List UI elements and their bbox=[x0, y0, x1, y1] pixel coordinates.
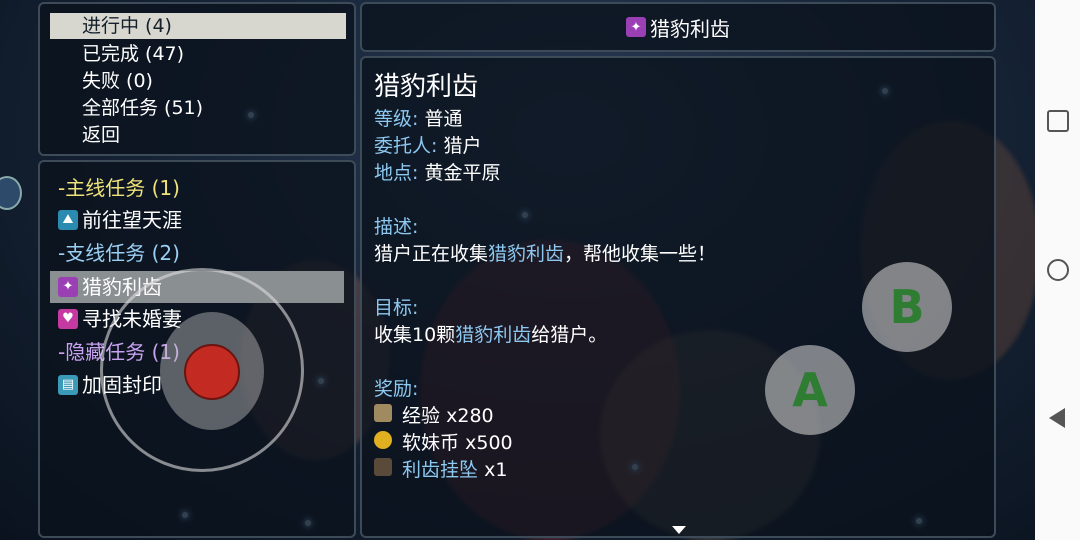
quest-title-bar: ✦ 猎豹利齿 bbox=[360, 2, 996, 52]
quest-item-main[interactable]: ⛰ 前往望天涯 bbox=[50, 204, 344, 236]
tab-all-quests[interactable]: 全部任务 (51) bbox=[50, 95, 346, 121]
reward-name: 软妹币 bbox=[402, 432, 460, 454]
reward-label: 奖励: bbox=[374, 378, 419, 400]
coin-icon bbox=[374, 431, 392, 449]
side-quest-icon: ✦ bbox=[626, 17, 646, 37]
tab-in-progress[interactable]: 进行中 (4) bbox=[50, 13, 346, 39]
button-b[interactable]: B bbox=[862, 262, 952, 352]
pendant-icon bbox=[374, 458, 392, 476]
joystick-knob[interactable] bbox=[160, 312, 264, 430]
category-side[interactable]: -支线任务 (2) bbox=[50, 237, 344, 269]
button-a[interactable]: A bbox=[765, 345, 855, 435]
category-main[interactable]: -主线任务 (1) bbox=[50, 172, 344, 204]
level-row: 等级: 普通 bbox=[374, 106, 462, 132]
reward-amount: x280 bbox=[446, 405, 494, 427]
recent-apps-icon[interactable] bbox=[1047, 110, 1069, 132]
scroll-icon bbox=[374, 404, 392, 422]
reward-amount: x500 bbox=[465, 432, 513, 454]
client-row: 委托人: 猎户 bbox=[374, 133, 481, 159]
desc-text: 猎户正在收集猎豹利齿，帮他收集一些！ bbox=[374, 241, 716, 267]
quest-name: 猎豹利齿 bbox=[374, 72, 479, 102]
reward-row: 软妹币 x500 bbox=[374, 430, 513, 456]
level-label: 等级: bbox=[374, 108, 419, 130]
reward-name: 经验 bbox=[402, 405, 441, 427]
desc-item: 猎豹利齿 bbox=[488, 243, 565, 265]
main-quest-icon: ⛰ bbox=[58, 210, 78, 230]
desc-label: 描述: bbox=[374, 216, 419, 238]
heart-icon: ♥ bbox=[58, 309, 78, 329]
tab-failed[interactable]: 失败 (0) bbox=[50, 68, 346, 94]
reward-name: 利齿挂坠 bbox=[402, 459, 479, 481]
seal-icon: ▤ bbox=[58, 375, 78, 395]
goal-pre: 收集10颗 bbox=[374, 324, 456, 346]
desc-pre: 猎户正在收集 bbox=[374, 243, 489, 265]
goal-item: 猎豹利齿 bbox=[455, 324, 532, 346]
tab-completed[interactable]: 已完成 (47) bbox=[50, 41, 346, 67]
location-row: 地点: 黄金平原 bbox=[374, 160, 500, 186]
side-quest-icon: ✦ bbox=[58, 277, 78, 297]
goal-label: 目标: bbox=[374, 297, 419, 319]
reward-amount: x1 bbox=[484, 459, 508, 481]
scroll-down-indicator[interactable] bbox=[672, 526, 686, 534]
header-title: 猎豹利齿 bbox=[650, 16, 730, 41]
back-icon[interactable] bbox=[1049, 408, 1065, 428]
quest-filter-panel: 进行中 (4) 已完成 (47) 失败 (0) 全部任务 (51) 返回 bbox=[38, 2, 356, 156]
back-button[interactable]: 返回 bbox=[50, 122, 346, 148]
joystick-core bbox=[184, 344, 240, 400]
reward-row: 经验 x280 bbox=[374, 403, 494, 429]
location-value: 黄金平原 bbox=[424, 162, 501, 184]
goal-text: 收集10颗猎豹利齿给猎户。 bbox=[374, 322, 607, 348]
quest-label: 前往望天涯 bbox=[82, 208, 182, 232]
client-value: 猎户 bbox=[443, 135, 482, 157]
goal-post: 给猎户。 bbox=[531, 324, 608, 346]
home-icon[interactable] bbox=[1047, 259, 1069, 281]
desc-post: ，帮他收集一些！ bbox=[564, 243, 717, 265]
client-label: 委托人: bbox=[374, 135, 438, 157]
android-nav-bar bbox=[1035, 0, 1080, 540]
reward-row: 利齿挂坠 x1 bbox=[374, 457, 507, 483]
level-value: 普通 bbox=[424, 108, 463, 130]
location-label: 地点: bbox=[374, 162, 419, 184]
